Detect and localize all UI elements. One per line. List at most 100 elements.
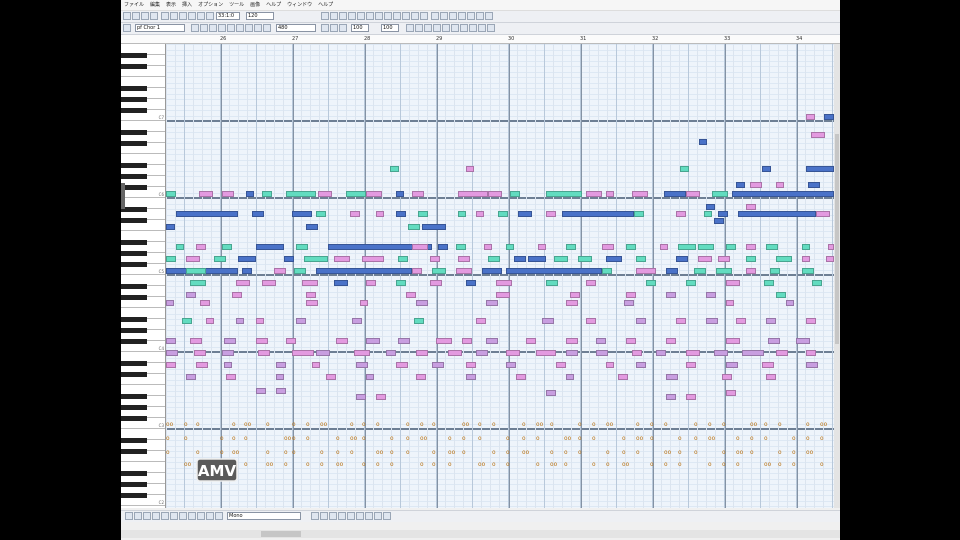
- midi-note[interactable]: [516, 374, 526, 380]
- midi-note[interactable]: [556, 362, 566, 368]
- menu-item-5[interactable]: ツール: [226, 0, 247, 10]
- velocity-mark[interactable]: o: [806, 422, 810, 428]
- velocity-mark[interactable]: o: [792, 436, 796, 442]
- midi-note[interactable]: [506, 244, 514, 250]
- bar-ruler[interactable]: 26 27 28 29 30 31 32 33 34: [121, 35, 840, 44]
- tb1-button-23[interactable]: [440, 12, 448, 20]
- velocity-mark[interactable]: o: [448, 462, 452, 468]
- black-key[interactable]: [121, 96, 147, 102]
- midi-note[interactable]: [200, 300, 210, 306]
- velocity-mark[interactable]: o: [406, 422, 410, 428]
- tb2-button-2[interactable]: [200, 24, 208, 32]
- midi-note[interactable]: [618, 374, 628, 380]
- velocity-mark[interactable]: o: [764, 436, 768, 442]
- midi-note[interactable]: [746, 268, 756, 274]
- midi-note[interactable]: [186, 292, 196, 298]
- midi-note[interactable]: [232, 292, 242, 298]
- midi-note[interactable]: [776, 350, 788, 356]
- velocity-mark[interactable]: o: [448, 436, 452, 442]
- midi-note[interactable]: [334, 280, 348, 286]
- midi-note[interactable]: [596, 338, 606, 344]
- midi-note[interactable]: [352, 318, 362, 324]
- velocity-mark[interactable]: oo: [420, 436, 427, 442]
- velocity-mark[interactable]: o: [564, 462, 568, 468]
- midi-note[interactable]: [676, 318, 686, 324]
- black-key[interactable]: [121, 371, 147, 377]
- tb2-button-22[interactable]: [487, 24, 495, 32]
- midi-note[interactable]: [466, 362, 476, 368]
- midi-note[interactable]: [562, 211, 634, 217]
- velocity-mark[interactable]: o: [606, 450, 610, 456]
- midi-note[interactable]: [538, 244, 546, 250]
- midi-note[interactable]: [456, 244, 466, 250]
- velocity-mark[interactable]: o: [564, 450, 568, 456]
- velocity-mark[interactable]: o: [336, 436, 340, 442]
- velocity-mark[interactable]: oo: [636, 436, 643, 442]
- velocity-mark[interactable]: oo: [550, 462, 557, 468]
- midi-note[interactable]: [316, 268, 412, 274]
- velocity-mark[interactable]: oo: [350, 436, 357, 442]
- midi-note[interactable]: [802, 268, 814, 274]
- velocity-mark[interactable]: o: [184, 436, 188, 442]
- velocity-mark[interactable]: o: [390, 436, 394, 442]
- midi-note[interactable]: [354, 350, 370, 356]
- midi-note[interactable]: [606, 362, 614, 368]
- midi-note[interactable]: [376, 211, 384, 217]
- midi-note[interactable]: [236, 280, 250, 286]
- velocity-mark[interactable]: o: [362, 422, 366, 428]
- track-select[interactable]: pf Chor 1: [135, 24, 185, 32]
- midi-note[interactable]: [376, 394, 386, 400]
- velocity-mark[interactable]: o: [678, 450, 682, 456]
- velocity-mark[interactable]: o: [606, 462, 610, 468]
- velocity-mark[interactable]: oo: [244, 422, 251, 428]
- tb2-button-8[interactable]: [254, 24, 262, 32]
- midi-note[interactable]: [222, 350, 234, 356]
- velocity-mark[interactable]: o: [320, 450, 324, 456]
- black-key[interactable]: [121, 283, 147, 289]
- midi-note[interactable]: [430, 280, 442, 286]
- midi-note[interactable]: [246, 191, 254, 197]
- bottombar-button-18[interactable]: [374, 512, 382, 520]
- midi-note[interactable]: [196, 244, 206, 250]
- tb1-button-14[interactable]: [357, 12, 365, 20]
- bottombar-button-1[interactable]: [134, 512, 142, 520]
- midi-note[interactable]: [762, 362, 774, 368]
- midi-note[interactable]: [698, 244, 714, 250]
- midi-note[interactable]: [666, 292, 676, 298]
- midi-note[interactable]: [350, 211, 360, 217]
- velocity-mark[interactable]: o: [478, 436, 482, 442]
- midi-note[interactable]: [704, 211, 712, 217]
- black-key[interactable]: [121, 250, 147, 256]
- timebase-field[interactable]: 480: [276, 24, 316, 32]
- black-key[interactable]: [121, 85, 147, 91]
- midi-note[interactable]: [812, 280, 822, 286]
- menu-item-7[interactable]: ヘルプ: [263, 0, 284, 10]
- velocity-mark[interactable]: oo: [806, 450, 813, 456]
- midi-note[interactable]: [554, 256, 568, 262]
- midi-note[interactable]: [466, 166, 474, 172]
- velocity-mark[interactable]: o: [522, 436, 526, 442]
- horizontal-scroll-thumb[interactable]: [261, 531, 301, 537]
- midi-note[interactable]: [238, 256, 256, 262]
- velocity-mark[interactable]: o: [292, 450, 296, 456]
- velocity-mark[interactable]: o: [778, 422, 782, 428]
- midi-note[interactable]: [408, 224, 420, 230]
- midi-note[interactable]: [484, 244, 492, 250]
- midi-note[interactable]: [776, 182, 784, 188]
- midi-note[interactable]: [722, 374, 732, 380]
- black-key[interactable]: [121, 173, 147, 179]
- midi-note[interactable]: [806, 350, 816, 356]
- black-key[interactable]: [121, 327, 147, 333]
- velocity-mark[interactable]: o: [694, 422, 698, 428]
- velocity-mark[interactable]: o: [266, 422, 270, 428]
- midi-note[interactable]: [306, 300, 318, 306]
- midi-note[interactable]: [422, 224, 446, 230]
- midi-note[interactable]: [286, 338, 296, 344]
- midi-note[interactable]: [602, 244, 614, 250]
- velocity-mark[interactable]: o: [362, 462, 366, 468]
- velocity-mark[interactable]: o: [432, 422, 436, 428]
- velocity-mark[interactable]: o: [506, 462, 510, 468]
- velocity-mark[interactable]: oo: [564, 436, 571, 442]
- velocity-mark[interactable]: oo: [478, 462, 485, 468]
- velocity-mark[interactable]: o: [266, 450, 270, 456]
